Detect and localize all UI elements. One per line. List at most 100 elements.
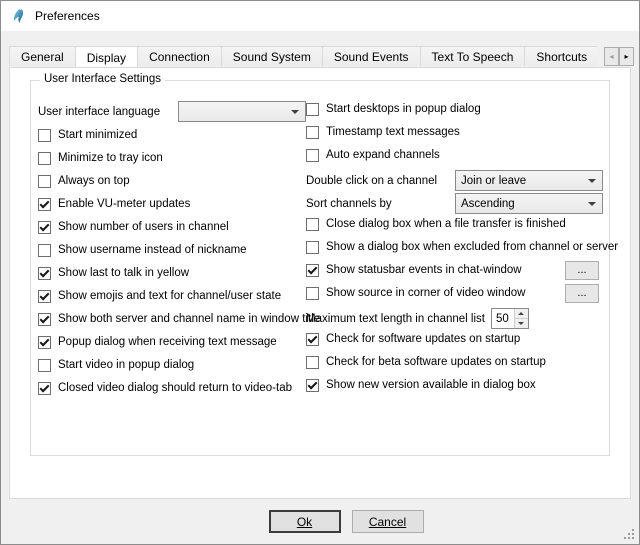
checkbox-label: Check for software updates on startup: [326, 333, 520, 345]
checkbox[interactable]: [306, 126, 319, 139]
titlebar: Preferences: [1, 1, 639, 31]
checkbox-row[interactable]: Minimize to tray icon: [38, 150, 306, 166]
checkbox-row[interactable]: Auto expand channels: [306, 147, 603, 163]
checkbox-label: Show new version available in dialog box: [326, 379, 536, 391]
video-source-label: Show source in corner of video window: [326, 287, 525, 299]
checkbox-label: Minimize to tray icon: [58, 152, 163, 164]
language-combobox[interactable]: [178, 101, 306, 122]
checkbox-label: Check for beta software updates on start…: [326, 356, 546, 368]
right-column: Start desktops in popup dialog Timestamp…: [306, 101, 603, 403]
checkbox-row[interactable]: Timestamp text messages: [306, 124, 603, 140]
checkbox[interactable]: [306, 333, 319, 346]
checkbox[interactable]: [38, 313, 51, 326]
checkbox-label: Closed video dialog should return to vid…: [58, 382, 292, 394]
checkbox-row[interactable]: Show number of users in channel: [38, 219, 306, 235]
chevron-down-icon: [518, 322, 524, 325]
checkbox[interactable]: [306, 103, 319, 116]
video-source-row[interactable]: Show source in corner of video window ..…: [306, 285, 603, 301]
checkbox-label: Start video in popup dialog: [58, 359, 194, 371]
checkbox[interactable]: [38, 290, 51, 303]
sort-channels-label: Sort channels by: [306, 198, 392, 210]
checkbox-row[interactable]: Enable VU-meter updates: [38, 196, 306, 212]
checkbox[interactable]: [38, 336, 51, 349]
group-title: User Interface Settings: [40, 73, 165, 85]
tab-sound-events[interactable]: Sound Events: [322, 46, 421, 66]
checkbox-label: Show both server and channel name in win…: [58, 313, 320, 325]
checkbox-row[interactable]: Start video in popup dialog: [38, 357, 306, 373]
chevron-down-icon: [291, 110, 299, 114]
max-text-length-spinner[interactable]: 50: [491, 308, 529, 329]
checkbox-label: Close dialog box when a file transfer is…: [326, 218, 566, 230]
checkbox-label: Timestamp text messages: [326, 126, 460, 138]
tab-page-display: User Interface Settings User interface l…: [9, 67, 631, 499]
checkbox-row[interactable]: Show username instead of nickname: [38, 242, 306, 258]
spin-up-button[interactable]: [515, 309, 528, 318]
checkbox[interactable]: [38, 198, 51, 211]
language-row: User interface language: [38, 101, 306, 122]
checkbox[interactable]: [38, 175, 51, 188]
checkbox[interactable]: [38, 267, 51, 280]
bottom-checkbox-list: Check for software updates on startup Ch…: [306, 331, 603, 393]
checkbox-row[interactable]: Show new version available in dialog box: [306, 377, 603, 393]
checkbox-row[interactable]: Close dialog box when a file transfer is…: [306, 216, 603, 232]
chevron-up-icon: [518, 312, 524, 315]
double-click-row: Double click on a channel Join or leave: [306, 170, 603, 191]
checkbox-row[interactable]: Check for software updates on startup: [306, 331, 603, 347]
checkbox-row[interactable]: Check for beta software updates on start…: [306, 354, 603, 370]
statusbar-events-row[interactable]: Show statusbar events in chat-window ...: [306, 262, 603, 278]
max-text-length-row: Maximum text length in channel list 50: [306, 308, 603, 329]
checkbox-row[interactable]: Start desktops in popup dialog: [306, 101, 603, 117]
tab-text-to-speech[interactable]: Text To Speech: [420, 46, 526, 66]
checkbox-label: Show username instead of nickname: [58, 244, 247, 256]
preferences-window: Preferences GeneralDisplayConnectionSoun…: [0, 0, 640, 545]
ok-button[interactable]: Ok: [269, 510, 341, 533]
sort-channels-combobox[interactable]: Ascending: [455, 193, 603, 214]
checkbox-row[interactable]: Popup dialog when receiving text message: [38, 334, 306, 350]
settings-columns: User interface language Start minimized …: [38, 101, 603, 403]
right-mid-checkbox-list: Close dialog box when a file transfer is…: [306, 216, 603, 255]
checkbox[interactable]: [306, 241, 319, 254]
checkbox[interactable]: [38, 382, 51, 395]
checkbox-row[interactable]: Show both server and channel name in win…: [38, 311, 306, 327]
checkbox-row[interactable]: Always on top: [38, 173, 306, 189]
tab-scroll-left-button[interactable]: ◂: [604, 47, 619, 66]
tab-shortcuts[interactable]: Shortcuts: [524, 46, 597, 66]
checkbox-row[interactable]: Closed video dialog should return to vid…: [38, 380, 306, 396]
checkbox[interactable]: [306, 356, 319, 369]
tab-bar: GeneralDisplayConnectionSound SystemSoun…: [1, 45, 639, 67]
tab-display[interactable]: Display: [75, 46, 138, 67]
video-source-more-button[interactable]: ...: [565, 284, 599, 303]
checkbox[interactable]: [306, 149, 319, 162]
checkbox-label: Show emojis and text for channel/user st…: [58, 290, 281, 302]
resize-grip[interactable]: [624, 529, 635, 540]
double-click-combobox[interactable]: Join or leave: [455, 170, 603, 191]
tab-scroll-buttons: ◂ ▸: [604, 47, 634, 66]
checkbox[interactable]: [38, 244, 51, 257]
tab-connection[interactable]: Connection: [137, 46, 222, 66]
cancel-button[interactable]: Cancel: [352, 510, 424, 533]
checkbox[interactable]: [38, 152, 51, 165]
tab-scroll-right-button[interactable]: ▸: [619, 47, 634, 66]
checkbox-label: Start minimized: [58, 129, 137, 141]
max-text-length-label: Maximum text length in channel list: [306, 313, 485, 325]
checkbox[interactable]: [306, 218, 319, 231]
checkbox-row[interactable]: Show last to talk in yellow: [38, 265, 306, 281]
tab-general[interactable]: General: [9, 46, 76, 66]
left-column: User interface language Start minimized …: [38, 101, 306, 403]
chevron-down-icon: [588, 179, 596, 183]
checkbox-row[interactable]: Show a dialog box when excluded from cha…: [306, 239, 603, 255]
statusbar-events-more-button[interactable]: ...: [565, 261, 599, 280]
checkbox[interactable]: [38, 129, 51, 142]
checkbox-row[interactable]: Start minimized: [38, 127, 306, 143]
checkbox[interactable]: [38, 221, 51, 234]
spin-down-button[interactable]: [515, 318, 528, 328]
statusbar-events-checkbox[interactable]: [306, 264, 319, 277]
language-label: User interface language: [38, 106, 178, 118]
tab-sound-system[interactable]: Sound System: [221, 46, 323, 66]
video-source-checkbox[interactable]: [306, 287, 319, 300]
checkbox-row[interactable]: Show emojis and text for channel/user st…: [38, 288, 306, 304]
checkbox[interactable]: [306, 379, 319, 392]
checkbox[interactable]: [38, 359, 51, 372]
checkbox-label: Start desktops in popup dialog: [326, 103, 481, 115]
checkbox-label: Show last to talk in yellow: [58, 267, 189, 279]
